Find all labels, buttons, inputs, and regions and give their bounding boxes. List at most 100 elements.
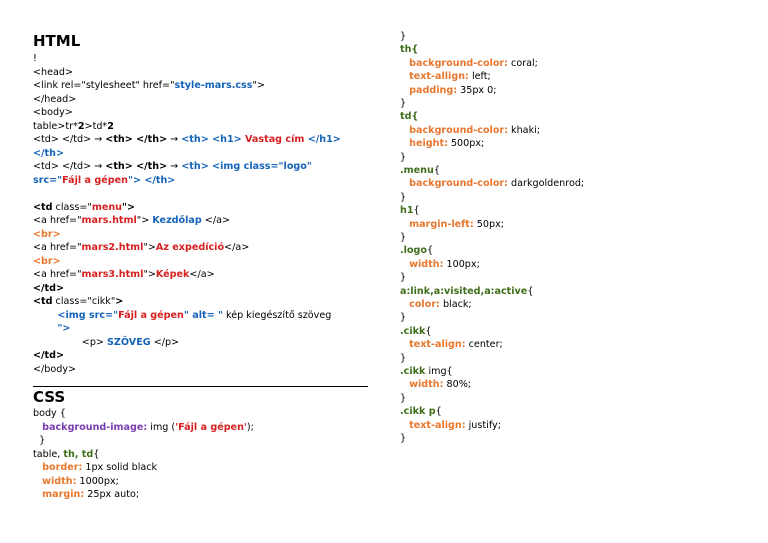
code-token: <th> </th>	[105, 134, 168, 145]
code-token: </body>	[33, 363, 77, 375]
code-token: {	[527, 285, 534, 297]
code-token: class="cikk"	[52, 296, 116, 307]
code-line: }	[400, 231, 406, 244]
code-line: width: 1000px;	[33, 475, 119, 488]
code-token: border:	[42, 462, 83, 473]
code-token: table>tr*	[33, 120, 78, 132]
code-token: </th>	[33, 147, 64, 159]
code-token: th{	[400, 44, 419, 56]
code-line: </body>	[33, 363, 76, 376]
code-line: }	[400, 432, 406, 445]
code-line: <br>	[33, 255, 61, 268]
code-token: background-color:	[409, 178, 508, 190]
code-line: <body>	[33, 106, 73, 119]
code-token: kép kiegészítő szöveg	[222, 309, 332, 321]
code-token: <th> </th>	[105, 161, 168, 172]
code-token: {	[425, 325, 432, 337]
code-token: height:	[409, 138, 448, 150]
code-line: <td> </td> → <th> </th> → <th> <h1> Vast…	[33, 133, 341, 146]
code-token: 2	[77, 120, 85, 132]
code-token: </a>	[189, 269, 215, 280]
code-line: src="Fájl a gépen"> </th>	[33, 174, 175, 187]
code-line: text-align: center;	[400, 338, 503, 351]
code-token: <p>	[33, 336, 108, 348]
code-token: ">	[143, 269, 156, 280]
code-token: center;	[465, 339, 503, 351]
code-token: 500px;	[447, 138, 485, 150]
code-token: <a href="	[33, 215, 82, 226]
code-line: th{	[400, 43, 418, 56]
code-token: Kezdőlap	[152, 215, 202, 226]
code-token: background-image:	[42, 421, 148, 433]
code-token: <th> <h1>	[181, 134, 246, 145]
code-token: ">	[57, 323, 71, 334]
code-token: coral;	[508, 57, 538, 69]
code-token: 80%;	[443, 379, 472, 391]
code-token: Fájl a gépen	[118, 309, 184, 321]
code-token: mars3.html	[81, 269, 144, 280]
code-token: darkgoldenrod;	[508, 178, 585, 190]
code-token: 2	[107, 120, 114, 132]
code-token: <a href="	[33, 269, 82, 280]
section-divider	[33, 386, 368, 387]
code-token: >td*	[84, 120, 108, 132]
code-token: padding:	[409, 84, 458, 96]
code-token: <td	[33, 201, 53, 213]
code-token: text-align:	[409, 419, 466, 431]
code-token: Képek	[155, 269, 190, 280]
code-line: <td class="menu">	[33, 201, 135, 214]
code-line: table>tr*2>td*2	[33, 120, 114, 133]
code-line: <td> </td> → <th> </th> → <th> <img clas…	[33, 160, 312, 173]
code-line: background-color: khaki;	[400, 124, 540, 137]
code-line: body {	[33, 407, 66, 420]
code-line: background-color: coral;	[400, 57, 538, 70]
code-token: </a>	[224, 242, 250, 253]
code-token: <link rel="	[33, 80, 86, 91]
code-line: <td class="cikk">	[33, 295, 123, 308]
code-line: }	[400, 271, 406, 284]
code-token: </h1>	[304, 134, 341, 145]
code-line: width: 80%;	[400, 378, 471, 391]
code-line: background-image: img ('Fájl a gépen');	[33, 421, 254, 434]
code-token: th, td	[63, 448, 94, 460]
code-line: <link rel="stylesheet" href="style-mars.…	[33, 79, 265, 92]
code-line: height: 500px;	[400, 137, 484, 150]
code-token: a:link,a:visited,a:active	[400, 285, 528, 297]
code-line: !	[33, 52, 37, 65]
code-token: </head>	[33, 93, 77, 105]
code-line: color: black;	[400, 298, 471, 311]
code-token: {	[435, 406, 442, 418]
code-token: </td>	[33, 282, 65, 294]
code-token: }	[400, 392, 407, 404]
code-token: {	[413, 205, 420, 217]
code-token: }	[400, 31, 407, 42]
code-token: }	[400, 98, 407, 109]
code-token: 25px auto;	[84, 489, 140, 500]
code-token: {	[93, 448, 100, 460]
code-token: class="	[52, 201, 92, 213]
code-token: width:	[409, 379, 444, 391]
code-line: <a href="mars.html"> Kezdőlap </a>	[33, 214, 230, 227]
code-line: ">	[33, 322, 70, 335]
code-token: <head>	[33, 66, 74, 78]
code-line: margin-left: 50px;	[400, 218, 504, 231]
code-token: ">	[136, 215, 153, 226]
css-section-title: CSS	[33, 388, 66, 406]
code-token: img{	[425, 366, 453, 377]
code-line: <head>	[33, 66, 73, 79]
code-line: width: 100px;	[400, 258, 480, 271]
code-token: ">	[143, 242, 156, 253]
html-section-title: HTML	[33, 32, 81, 50]
